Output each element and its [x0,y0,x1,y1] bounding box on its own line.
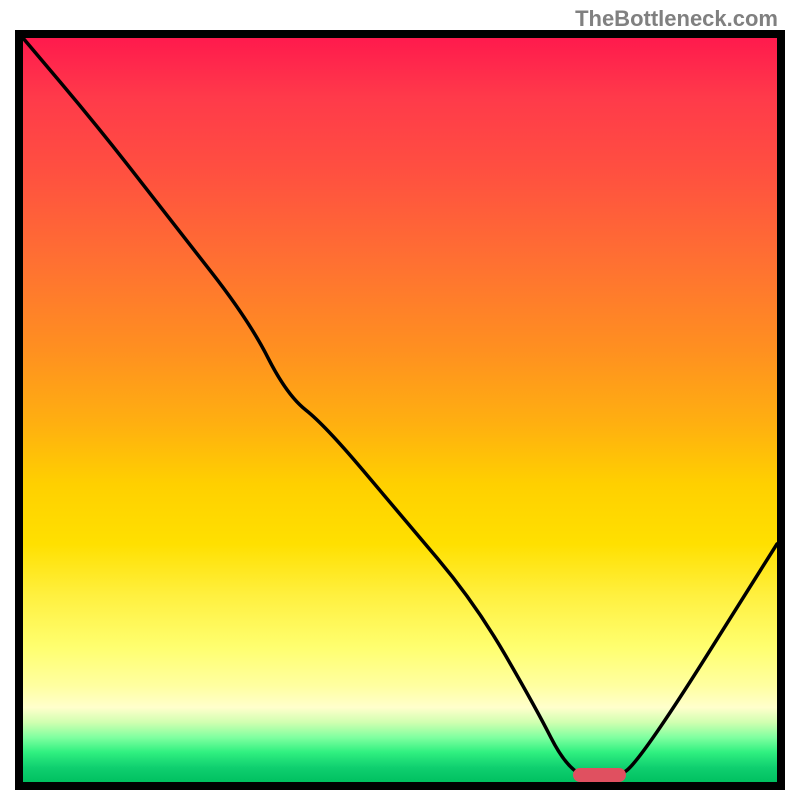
watermark-text: TheBottleneck.com [575,6,778,32]
chart-frame [15,30,785,790]
bottleneck-curve [23,38,777,782]
chart-plot-area [23,38,777,782]
optimal-range-marker [573,768,626,782]
